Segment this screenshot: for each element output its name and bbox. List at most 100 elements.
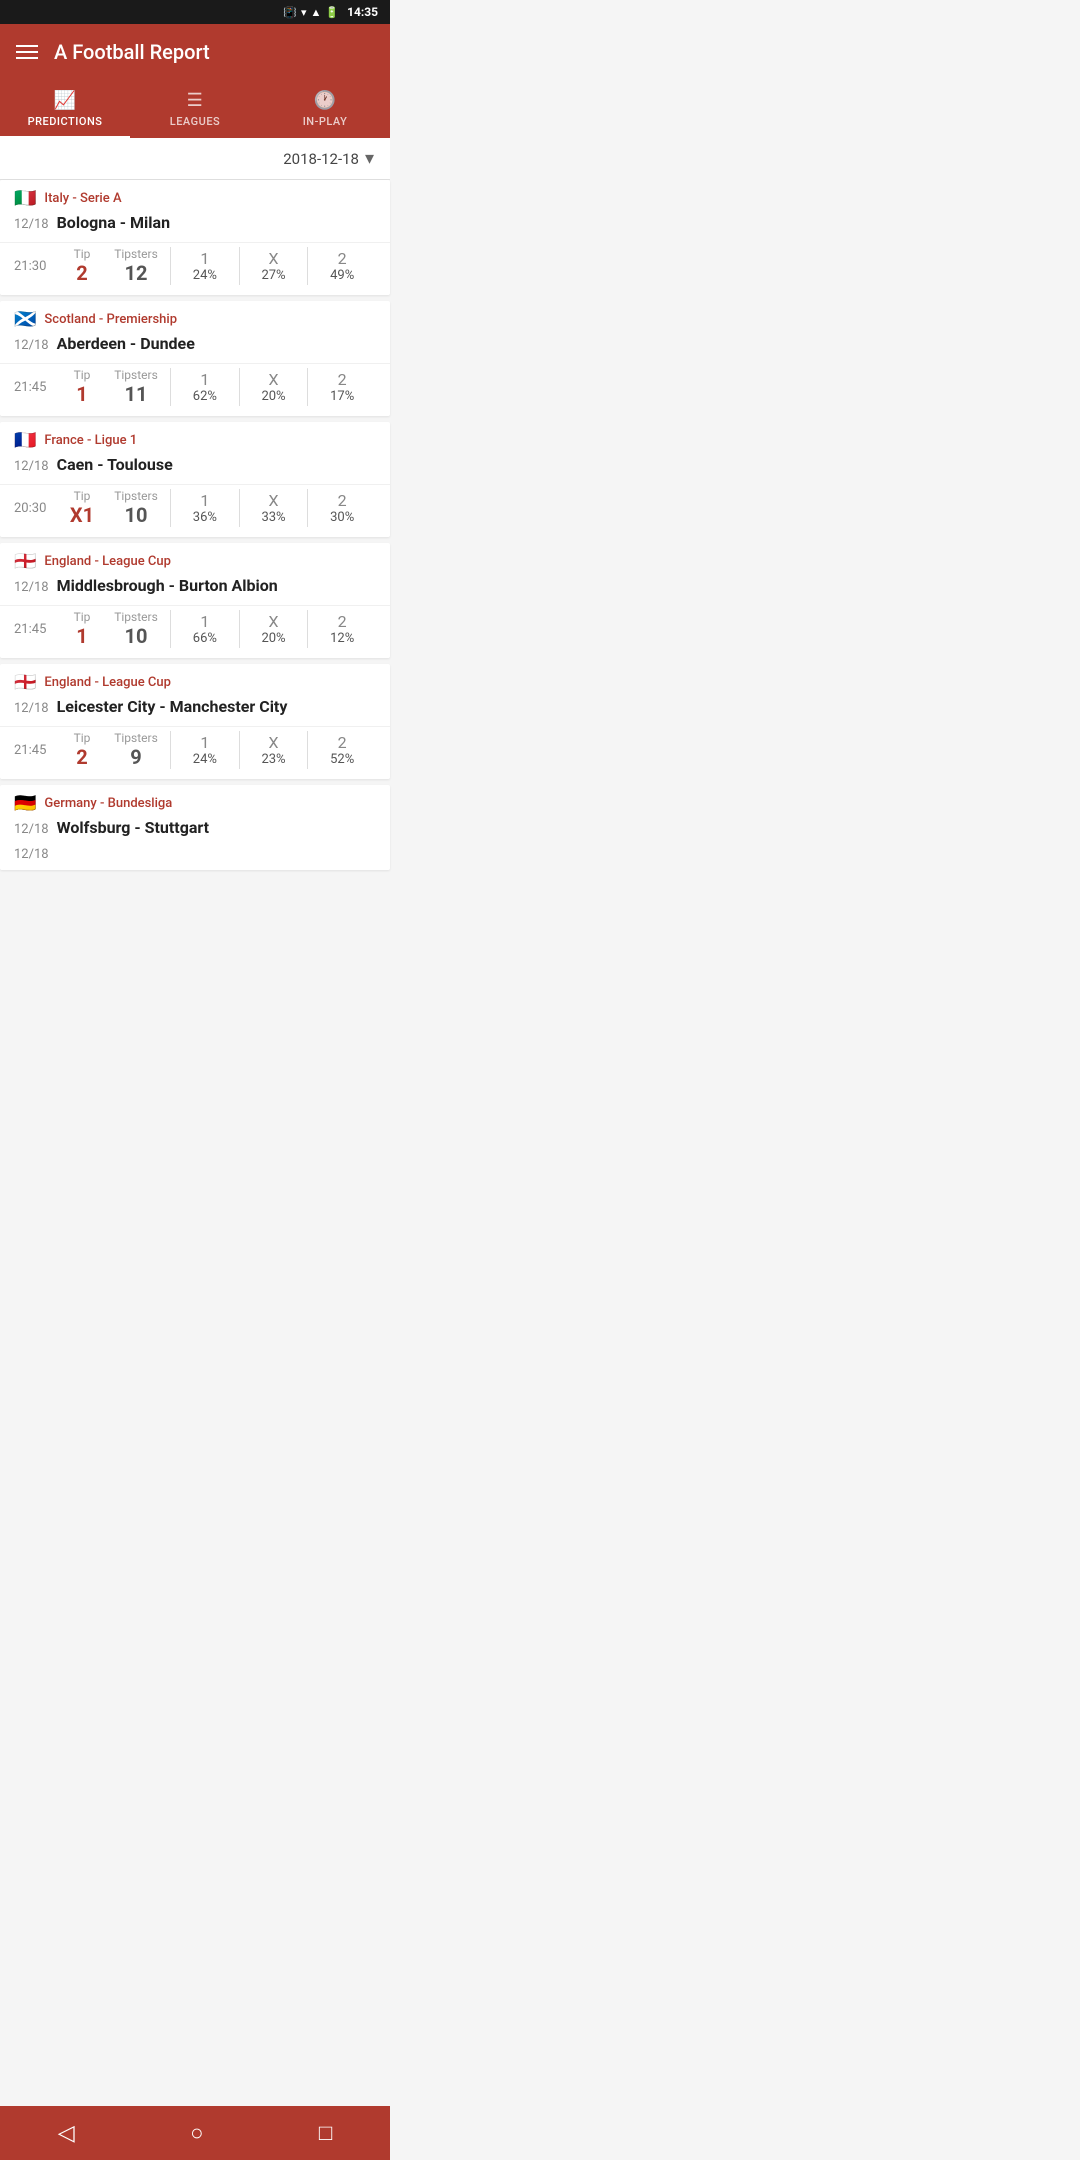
match-time-0: 21:30 <box>14 259 64 274</box>
tab-inplay[interactable]: 🕐 IN-PLAY <box>260 80 390 138</box>
match-date-2: 12/18 <box>14 459 49 474</box>
odd-pct-4-2: 52% <box>330 752 354 767</box>
match-name-1: Aberdeen - Dundee <box>57 334 195 353</box>
league-name-5: Germany - Bundesliga <box>44 796 172 811</box>
odd-col-4-2: 252% <box>308 731 376 769</box>
tipsters-label-1: Tipsters <box>114 368 158 382</box>
tip-value-2: X1 <box>70 503 94 527</box>
match-name-3: Middlesbrough - Burton Albion <box>57 576 278 595</box>
odd-pct-2-0: 36% <box>193 510 217 525</box>
match-card-4[interactable]: 🏴󠁧󠁢󠁥󠁮󠁧󠁿 England - League Cup 12/18Leiceste… <box>0 664 390 779</box>
match-date-5: 12/18 <box>14 822 49 837</box>
league-name-4: England - League Cup <box>44 675 171 690</box>
odd-pct-1-2: 17% <box>330 389 354 404</box>
league-row-3: 🏴󠁧󠁢󠁥󠁮󠁧󠁿England - League Cup <box>0 543 390 576</box>
match-card-5[interactable]: 🇩🇪 Germany - Bundesliga 12/18 Wolfsburg - S… <box>0 785 390 870</box>
odd-col-3-2: 212% <box>308 610 376 648</box>
predictions-icon: 📈 <box>54 90 77 111</box>
match-card-2[interactable]: 🇫🇷France - Ligue 112/18Caen - Toulouse20… <box>0 422 390 537</box>
odd-pct-3-0: 66% <box>193 631 217 646</box>
flag-5: 🇩🇪 <box>14 793 36 814</box>
date-value: 2018-12-18 <box>283 150 359 168</box>
app-title: A Football Report <box>54 40 210 64</box>
tab-leagues-label: LEAGUES <box>170 115 220 128</box>
tip-label-1: Tip <box>74 368 91 382</box>
odds-section-4: 124%X23%252% <box>170 731 376 769</box>
odd-label-0-2: 2 <box>338 249 347 268</box>
match-time-3: 21:45 <box>14 622 64 637</box>
league-name-2: France - Ligue 1 <box>44 433 137 448</box>
tab-leagues[interactable]: ☰ LEAGUES <box>130 80 260 138</box>
odd-col-2-0: 136% <box>171 489 240 527</box>
league-name-0: Italy - Serie A <box>44 191 121 206</box>
tab-predictions[interactable]: 📈 PREDICTIONS <box>0 80 130 138</box>
tip-block-0: Tip2 <box>64 247 100 285</box>
flag-0: 🇮🇹 <box>14 188 36 209</box>
hamburger-menu[interactable] <box>16 41 38 63</box>
match-date-3: 12/18 <box>14 580 49 595</box>
tipsters-value-0: 12 <box>125 261 148 285</box>
odd-col-0-2: 249% <box>308 247 376 285</box>
tip-block-3: Tip1 <box>64 610 100 648</box>
odd-label-3-2: 2 <box>338 612 347 631</box>
odd-pct-0-1: 27% <box>261 268 285 283</box>
odd-col-2-2: 230% <box>308 489 376 527</box>
league-row-5: 🇩🇪 Germany - Bundesliga <box>0 785 390 818</box>
date-row: 2018-12-18 ▾ <box>0 138 390 180</box>
date-picker[interactable]: 2018-12-18 ▾ <box>283 148 374 169</box>
odd-pct-3-2: 12% <box>330 631 354 646</box>
status-icons: 📳 ▾ ▲ 🔋 <box>283 6 339 19</box>
tipsters-value-3: 10 <box>125 624 148 648</box>
home-button[interactable]: ○ <box>166 2116 227 2150</box>
date-dropdown-arrow: ▾ <box>365 148 374 169</box>
odd-col-0-1: X27% <box>240 247 309 285</box>
odd-label-0-0: 1 <box>200 249 209 268</box>
app-header: A Football Report <box>0 24 390 80</box>
odds-section-0: 124%X27%249% <box>170 247 376 285</box>
match-date-name-4: 12/18Leicester City - Manchester City <box>0 697 390 720</box>
tipsters-value-2: 10 <box>125 503 148 527</box>
back-button[interactable]: ◁ <box>34 2117 99 2150</box>
league-row-4: 🏴󠁧󠁢󠁥󠁮󠁧󠁿 England - League Cup <box>0 664 390 697</box>
tip-label-0: Tip <box>74 247 91 261</box>
match-time-2: 20:30 <box>14 501 64 516</box>
match-card-0[interactable]: 🇮🇹Italy - Serie A12/18Bologna - Milan21:… <box>0 180 390 295</box>
battery-icon: 🔋 <box>325 6 339 19</box>
tab-inplay-label: IN-PLAY <box>303 115 348 128</box>
league-row-2: 🇫🇷 France - Ligue 1 <box>0 422 390 455</box>
odd-label-1-2: 2 <box>338 370 347 389</box>
recents-button[interactable]: □ <box>295 2116 356 2150</box>
tip-value-1: 1 <box>76 382 87 406</box>
match-card-1[interactable]: 🏴󠁧󠁢󠁳󠁣󠁴󠁿Scotland - Premiership12/18Aberde… <box>0 301 390 416</box>
status-bar: 📳 ▾ ▲ 🔋 14:35 <box>0 0 390 24</box>
match-card-3[interactable]: 🏴󠁧󠁢󠁥󠁮󠁧󠁿England - League Cup 12/18 Middlesb… <box>0 543 390 658</box>
odd-label-2-0: 1 <box>200 491 209 510</box>
flag-2: 🇫🇷 <box>14 430 36 451</box>
match-time-1: 21:45 <box>14 380 64 395</box>
tab-bar: 📈 PREDICTIONS ☰ LEAGUES 🕐 IN-PLAY <box>0 80 390 138</box>
match-name-4: Leicester City - Manchester City <box>57 697 288 716</box>
match-date-name-5: 12/18 Wolfsburg - Stuttgart <box>0 818 390 841</box>
tip-block-2: TipX1 <box>64 489 100 527</box>
odd-col-3-0: 166% <box>171 610 240 648</box>
odd-label-1-1: X <box>268 370 278 389</box>
match-name-5: Wolfsburg - Stuttgart <box>57 818 209 837</box>
odd-label-0-1: X <box>268 249 278 268</box>
odd-label-4-0: 1 <box>200 733 209 752</box>
tip-label-3: Tip <box>74 610 91 624</box>
odd-pct-1-0: 62% <box>193 389 217 404</box>
odd-col-1-1: X20% <box>240 368 309 406</box>
tip-label-2: Tip <box>74 489 91 503</box>
tipsters-label-3: Tipsters <box>114 610 158 624</box>
partial-row-5: 12/18 <box>0 847 390 870</box>
odd-pct-0-0: 24% <box>193 268 217 283</box>
odd-col-0-0: 124% <box>171 247 240 285</box>
odds-section-3: 166%X20%212% <box>170 610 376 648</box>
tipsters-value-4: 9 <box>130 745 141 769</box>
stats-row-1: 21:45Tip1Tipsters11162%X20%217% <box>0 363 390 416</box>
tipsters-label-2: Tipsters <box>114 489 158 503</box>
tipsters-value-1: 11 <box>125 382 148 406</box>
flag-4: 🏴󠁧󠁢󠁥󠁮󠁧󠁿 <box>14 672 36 693</box>
odd-pct-2-2: 30% <box>330 510 354 525</box>
stats-row-0: 21:30Tip2Tipsters12124%X27%249% <box>0 242 390 295</box>
